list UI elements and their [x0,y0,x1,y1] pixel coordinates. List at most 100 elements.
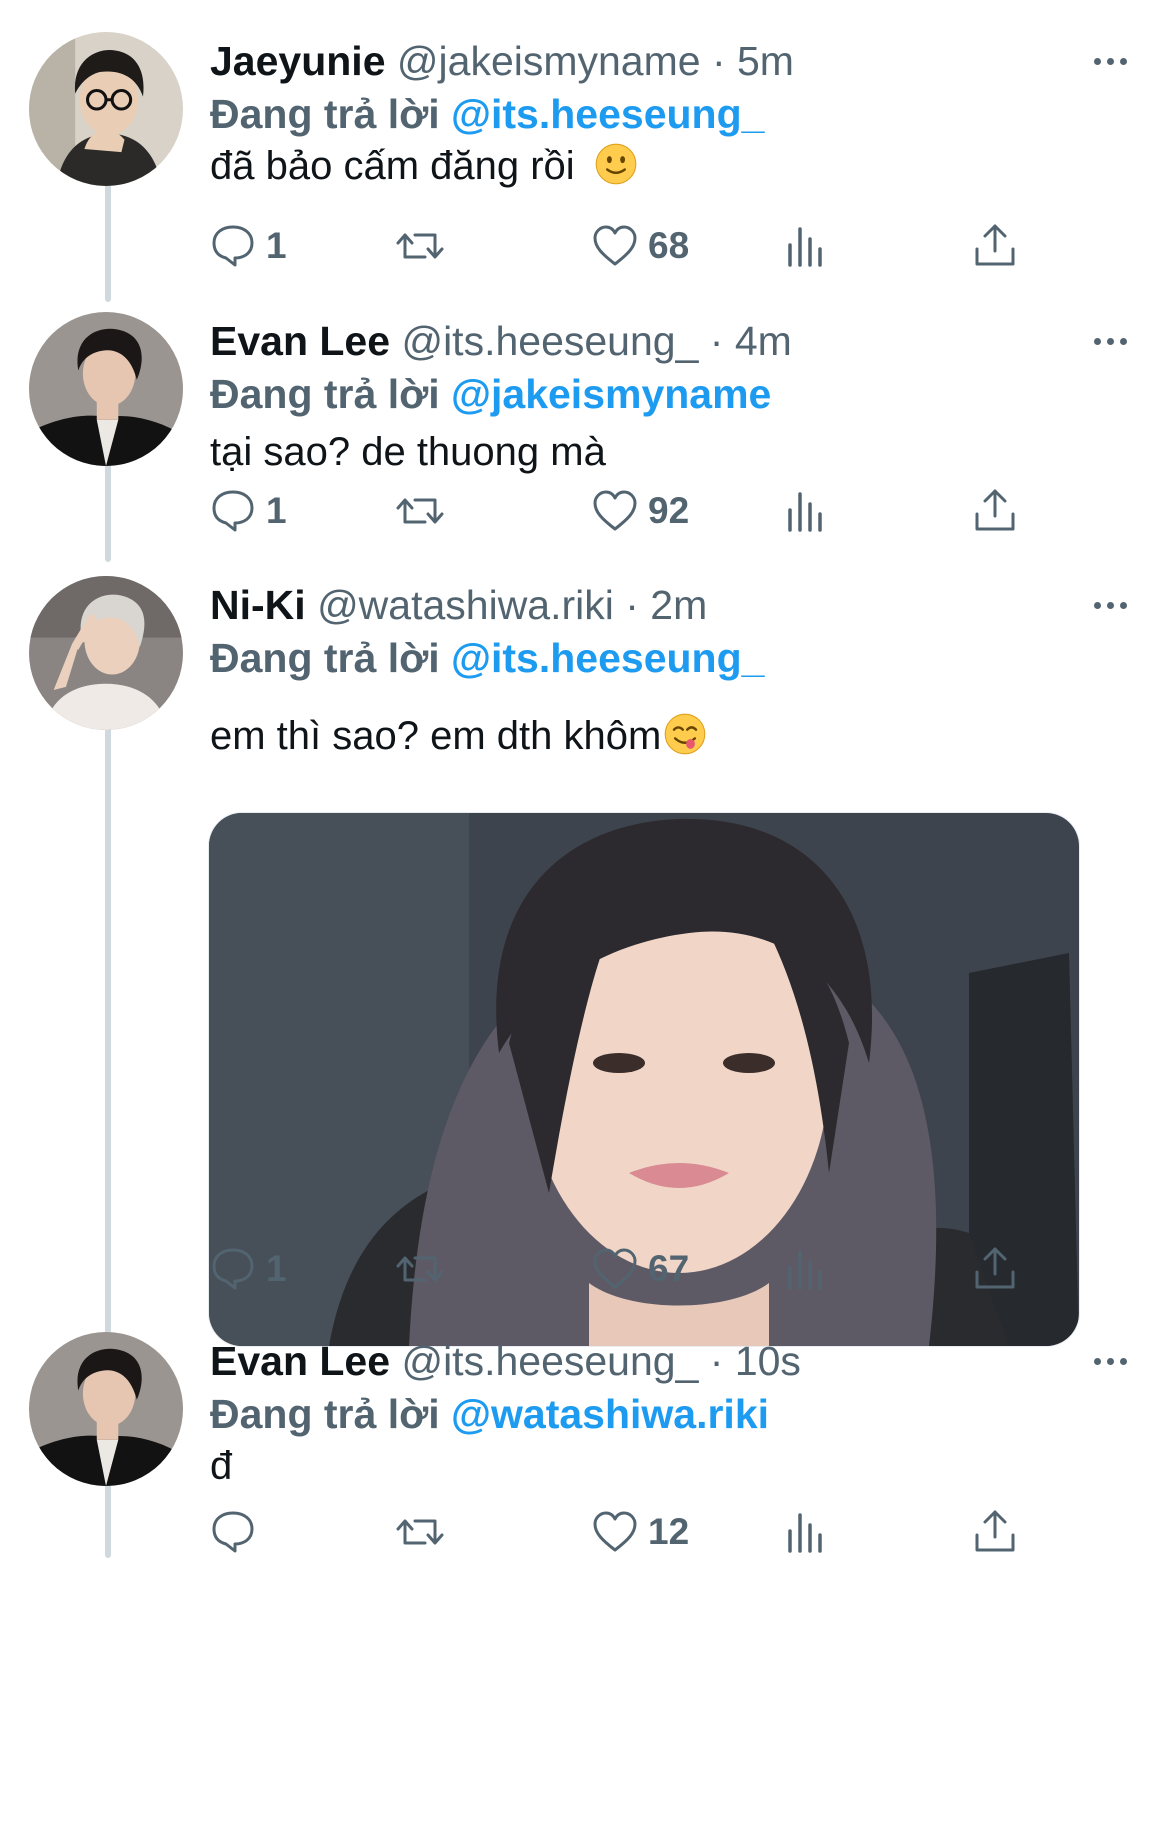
tweet-header: Jaeyunie @jakeismyname · 5m [210,36,794,86]
more-options-icon[interactable] [1080,580,1140,630]
upload-arrow-icon [975,489,1015,531]
reply-button[interactable]: 1 [208,483,287,539]
tweet-text-content: em thì sao? em dth khôm [210,714,662,758]
reply-button[interactable]: 1 [208,1241,287,1297]
replying-to: Đang trả lời @jakeismyname [210,368,771,420]
retweet-button[interactable] [395,218,453,274]
action-bar: 1 68 [0,218,1170,274]
reply-button[interactable]: 1 [208,218,287,274]
replying-to-label: Đang trả lời [210,91,440,137]
replying-to-label: Đang trả lời [210,371,440,417]
more-options-icon[interactable] [1080,316,1140,366]
like-button[interactable]: 67 [590,1241,689,1297]
tweet-text: đã bảo cấm đăng rồi [210,140,638,192]
replying-to-mention[interactable]: @jakeismyname [451,371,771,417]
share-button[interactable] [970,1241,1020,1297]
replying-to-mention[interactable]: @its.heeseung_ [451,91,764,137]
views-button[interactable] [780,1241,830,1297]
display-name[interactable]: Evan Lee [210,1338,390,1384]
tweet-text-content: tại sao? de thuong mà [210,430,606,474]
heart-icon [593,1511,637,1552]
heart-icon [593,225,637,266]
share-button[interactable] [970,1504,1020,1560]
like-button[interactable]: 12 [590,1504,689,1560]
face-savoring-food-emoji-icon [664,714,706,755]
upload-arrow-icon [975,224,1015,266]
replying-to: Đang trả lời @watashiwa.riki [210,1388,769,1440]
upload-arrow-icon [975,1247,1015,1289]
more-options-icon[interactable] [1080,36,1140,86]
views-button[interactable] [780,218,830,274]
avatar[interactable] [29,576,183,730]
share-button[interactable] [970,483,1020,539]
bar-chart-icon [788,1513,822,1553]
speech-bubble-icon [212,1511,254,1553]
retweet-button[interactable] [395,483,453,539]
reply-button[interactable] [208,1504,266,1560]
tweet[interactable]: Evan Lee @its.heeseung_ · 4m Đang trả lờ… [0,312,1170,572]
retweet-arrows-icon [396,1256,444,1282]
reply-count: 1 [266,490,287,531]
more-options-icon[interactable] [1080,1336,1140,1386]
like-count: 12 [648,1511,690,1552]
avatar[interactable] [29,1332,183,1486]
retweet-arrows-icon [396,1519,444,1545]
avatar-image [29,32,183,186]
handle-and-time: @watashiwa.riki · 2m [317,582,708,628]
views-button[interactable] [780,483,830,539]
replying-to-mention[interactable]: @watashiwa.riki [451,1391,769,1437]
tweet-text: đ [210,1440,232,1492]
bar-chart-icon [788,1250,822,1290]
like-button[interactable]: 92 [590,483,689,539]
avatar-image [29,312,183,466]
bar-chart-icon [788,227,822,267]
avatar[interactable] [29,32,183,186]
slightly-smiling-face-emoji-icon [595,144,637,185]
avatar[interactable] [29,312,183,466]
handle-and-time: @its.heeseung_ · 4m [401,318,792,364]
replying-to: Đang trả lời @its.heeseung_ [210,88,764,140]
tweet-text: tại sao? de thuong mà [210,426,606,478]
display-name[interactable]: Evan Lee [210,318,390,364]
upload-arrow-icon [975,1510,1015,1552]
avatar-image [29,1332,183,1486]
heart-icon [593,490,637,531]
like-button[interactable]: 68 [590,218,689,274]
retweet-button[interactable] [395,1504,453,1560]
action-bar: 1 92 [0,483,1170,539]
tweet-text-content: đ [210,1444,233,1488]
retweet-arrows-icon [396,233,444,259]
tweet[interactable]: Jaeyunie @jakeismyname · 5m Đang trả lời… [0,32,1170,322]
tweet-header: Evan Lee @its.heeseung_ · 4m [210,316,792,366]
action-bar: 1 67 [0,1241,1170,1297]
replying-to: Đang trả lời @its.heeseung_ [210,632,764,684]
tweet-text-content: đã bảo cấm đăng rồi [210,144,575,188]
display-name[interactable]: Ni-Ki [210,582,306,628]
retweet-button[interactable] [395,1241,453,1297]
tweet-header: Ni-Ki @watashiwa.riki · 2m [210,580,707,630]
tweet[interactable]: Evan Lee @its.heeseung_ · 10s Đang trả l… [0,1332,1170,1848]
tweet-header: Evan Lee @its.heeseung_ · 10s [210,1336,801,1386]
speech-bubble-icon [212,1248,254,1290]
like-count: 67 [648,1248,690,1289]
views-button[interactable] [780,1504,830,1560]
speech-bubble-icon [212,490,254,532]
tweet-text: em thì sao? em dth khôm [210,710,707,762]
like-count: 68 [648,225,690,266]
reply-count: 1 [266,225,287,266]
replying-to-label: Đang trả lời [210,1391,440,1437]
bar-chart-icon [788,492,822,532]
speech-bubble-icon [212,225,254,267]
avatar-image [29,576,183,730]
handle-and-time: @its.heeseung_ · 10s [401,1338,801,1384]
retweet-arrows-icon [396,498,444,524]
replying-to-mention[interactable]: @its.heeseung_ [451,635,764,681]
like-count: 92 [648,490,690,531]
replying-to-label: Đang trả lời [210,635,440,681]
display-name[interactable]: Jaeyunie [210,38,386,84]
action-bar: 12 [0,1504,1170,1560]
share-button[interactable] [970,218,1020,274]
reply-count: 1 [266,1248,287,1289]
heart-icon [593,1248,637,1289]
handle-and-time: @jakeismyname · 5m [396,38,794,84]
